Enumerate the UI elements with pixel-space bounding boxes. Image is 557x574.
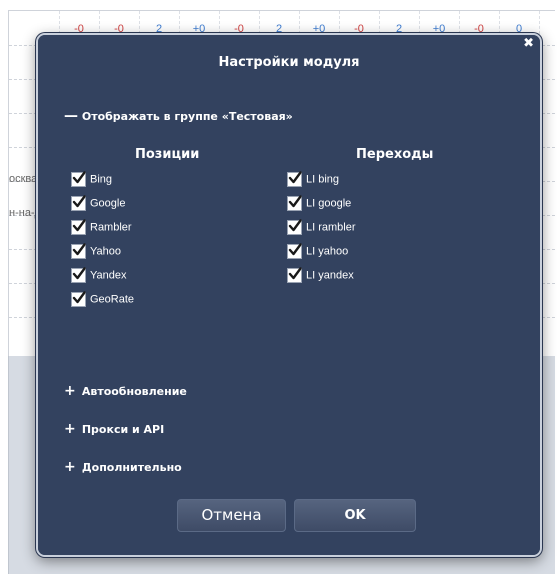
checkbox-check-icon[interactable] — [287, 267, 302, 283]
checkbox-check-icon[interactable] — [287, 243, 302, 259]
transition-checkbox-li-bing[interactable]: LI bing — [287, 171, 340, 189]
checkbox-label: LI yahoo — [306, 245, 349, 258]
section-display-in-group[interactable]: — Отображать в группе «Тестовая» — [64, 108, 293, 124]
section-display-in-group-label: Отображать в группе «Тестовая» — [81, 110, 293, 123]
checkbox-label: Google — [90, 197, 126, 210]
checkbox-label: Yandex — [90, 269, 127, 282]
transition-checkbox-li-google[interactable]: LI google — [287, 195, 352, 213]
transitions-column-header: Переходы — [356, 147, 434, 162]
transition-checkbox-li-rambler[interactable]: LI rambler — [287, 219, 356, 237]
collapse-icon: — — [64, 108, 78, 124]
checkbox-check-icon[interactable] — [287, 171, 302, 187]
checkbox-check-icon[interactable] — [287, 195, 302, 211]
checkbox-check-icon[interactable] — [71, 243, 86, 259]
checkbox-label: GeoRate — [90, 293, 135, 306]
positions-column-header: Позиции — [135, 147, 200, 162]
position-checkbox-rambler[interactable]: Rambler — [71, 219, 132, 237]
section-proxy-api-label: Прокси и API — [81, 423, 165, 436]
checkbox-label: LI yandex — [306, 269, 354, 282]
position-checkbox-yahoo[interactable]: Yahoo — [71, 243, 121, 261]
checkbox-check-icon[interactable] — [71, 267, 86, 283]
section-proxy-api[interactable]: + Прокси и API — [64, 421, 164, 437]
section-additional-label: Дополнительно — [81, 461, 182, 474]
expand-icon: + — [64, 421, 76, 437]
checkbox-label: LI rambler — [306, 221, 356, 234]
checkbox-label: Yahoo — [90, 245, 121, 258]
transition-checkbox-li-yandex[interactable]: LI yandex — [287, 267, 354, 285]
expand-icon: + — [64, 383, 76, 399]
dialog-title: Настройки модуля — [218, 55, 360, 70]
position-checkbox-georate[interactable]: GeoRate — [71, 291, 135, 309]
checkbox-check-icon[interactable] — [71, 219, 86, 235]
position-checkbox-google[interactable]: Google — [71, 195, 126, 213]
checkbox-label: Rambler — [90, 221, 132, 234]
module-settings-dialog: ✖ Настройки модуля — Отображать в группе… — [36, 33, 542, 557]
checkbox-label: LI bing — [306, 173, 340, 186]
checkbox-label: LI google — [306, 197, 352, 210]
checkbox-check-icon[interactable] — [71, 195, 86, 211]
ok-button[interactable]: OK — [294, 499, 416, 532]
section-additional[interactable]: + Дополнительно — [64, 459, 182, 475]
transition-checkbox-li-yahoo[interactable]: LI yahoo — [287, 243, 349, 261]
position-checkbox-bing[interactable]: Bing — [71, 171, 113, 189]
expand-icon: + — [64, 459, 76, 475]
section-auto-update-label: Автообновление — [81, 385, 187, 398]
checkbox-check-icon[interactable] — [287, 219, 302, 235]
section-auto-update[interactable]: + Автообновление — [64, 383, 187, 399]
checkbox-check-icon[interactable] — [71, 171, 86, 187]
dialog-body: ✖ Настройки модуля — Отображать в группе… — [38, 35, 540, 555]
cancel-button[interactable]: Отмена — [177, 499, 286, 532]
position-checkbox-yandex[interactable]: Yandex — [71, 267, 127, 285]
checkbox-label: Bing — [90, 173, 113, 186]
close-icon[interactable]: ✖ — [523, 37, 534, 51]
checkbox-check-icon[interactable] — [71, 291, 86, 307]
